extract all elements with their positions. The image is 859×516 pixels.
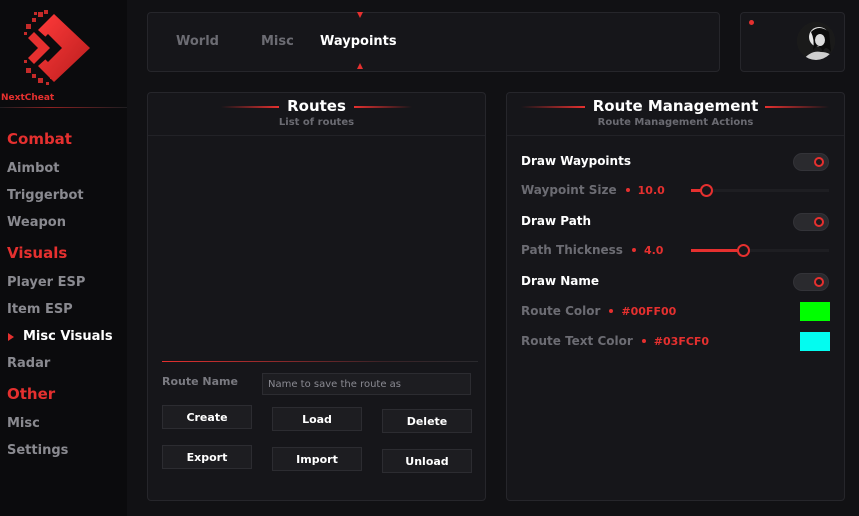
brand-name: NextCheat [1,93,55,103]
waypoint-size-label: Waypoint Size [521,183,617,197]
tab-waypoints[interactable]: Waypoints [320,34,397,49]
sidebar-item-misc-visuals[interactable]: Misc Visuals [23,329,113,344]
sidebar-item-weapon[interactable]: Weapon [7,215,66,230]
waypoint-size-row: Waypoint Size 10.0 [521,183,665,197]
route-text-color-row: Route Text Color #03FCF0 [521,334,709,348]
active-tab-top-marker-icon [357,12,363,18]
tab-misc[interactable]: Misc [261,34,294,49]
management-header-divider [507,135,844,136]
path-thickness-slider[interactable] [691,244,829,257]
waypoint-size-value: 10.0 [637,184,665,197]
path-thickness-value: 4.0 [643,244,664,257]
draw-name-label: Draw Name [521,274,600,288]
sidebar-item-item-esp[interactable]: Item ESP [7,302,73,317]
path-thickness-label: Path Thickness [521,243,623,257]
status-dot-icon [749,20,754,25]
routes-subtitle: List of routes [278,117,355,128]
slider-handle[interactable] [700,184,714,197]
draw-path-toggle[interactable] [793,213,829,231]
export-button[interactable]: Export [162,445,252,469]
draw-waypoints-label: Draw Waypoints [521,154,631,168]
routes-list-divider [162,361,478,362]
active-item-arrow-icon [8,333,14,341]
toggle-knob [814,157,824,167]
unload-button[interactable]: Unload [382,449,472,473]
route-color-label: Route Color [521,304,601,318]
route-color-row: Route Color #00FF00 [521,304,676,318]
load-button[interactable]: Load [272,407,362,431]
draw-name-toggle[interactable] [793,273,829,291]
active-tab-bottom-marker-icon [357,63,363,69]
sidebar-item-radar[interactable]: Radar [7,356,50,371]
profile-panel [740,12,845,72]
bullet-icon [641,338,646,343]
sidebar: NextCheat Combat Aimbot Triggerbot Weapo… [0,0,127,516]
draw-waypoints-toggle[interactable] [793,153,829,171]
sidebar-item-settings[interactable]: Settings [7,443,68,458]
create-button[interactable]: Create [162,405,252,429]
waypoint-size-slider[interactable] [691,184,829,197]
management-title: Route Management [592,97,759,115]
route-management-panel: Route Management Route Management Action… [506,92,845,501]
sidebar-item-misc[interactable]: Misc [7,416,40,431]
import-button[interactable]: Import [272,447,362,471]
route-color-swatch[interactable] [800,302,830,321]
path-thickness-row: Path Thickness 4.0 [521,243,663,257]
avatar[interactable] [797,22,835,60]
slider-handle[interactable] [737,244,751,257]
sidebar-section-other: Other [7,385,56,403]
draw-path-label: Draw Path [521,214,592,228]
route-name-input[interactable] [262,373,471,395]
management-subtitle: Route Management Actions [597,117,754,128]
sidebar-item-player-esp[interactable]: Player ESP [7,275,85,290]
sidebar-section-visuals: Visuals [7,244,68,262]
sidebar-section-combat: Combat [7,130,72,148]
delete-button[interactable]: Delete [382,409,472,433]
tab-bar: World Misc Waypoints [147,12,720,72]
toggle-knob [814,217,824,227]
routes-header-divider [148,135,485,136]
route-name-label: Route Name [162,375,238,388]
routes-title: Routes [287,97,346,115]
route-text-color-value: #03FCF0 [653,335,710,348]
sidebar-item-triggerbot[interactable]: Triggerbot [7,188,84,203]
bullet-icon [625,187,630,192]
tab-world[interactable]: World [176,34,219,49]
route-text-color-label: Route Text Color [521,334,633,348]
bullet-icon [631,247,636,252]
routes-panel: Routes List of routes Route Name Create … [147,92,486,501]
avatar-portrait-icon [797,22,835,60]
bullet-icon [609,308,614,313]
routes-list[interactable] [162,141,478,357]
slider-fill [691,249,744,252]
route-text-color-swatch[interactable] [800,332,830,351]
toggle-knob [814,277,824,287]
sidebar-item-aimbot[interactable]: Aimbot [7,161,60,176]
route-color-value: #00FF00 [621,305,677,318]
brand-divider [0,107,127,108]
nextcheat-logo-icon [24,10,90,85]
